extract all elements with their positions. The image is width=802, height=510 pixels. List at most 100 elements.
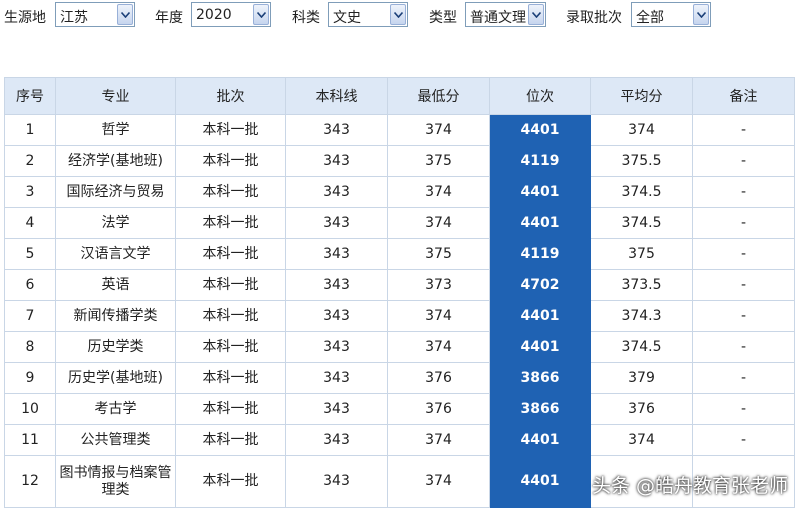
year-select-value: 2020 <box>196 7 232 23</box>
cell-remark: - <box>692 269 795 301</box>
chevron-down-icon[interactable] <box>253 4 269 25</box>
cell-remark: - <box>692 393 795 425</box>
cell-remark: - <box>692 207 795 239</box>
cell-remark: - <box>692 114 795 146</box>
cell-min-score: 375 <box>387 145 490 177</box>
cell-avg-score: 374 <box>590 424 693 456</box>
cell-major: 汉语言文学 <box>55 238 176 270</box>
source-label: 生源地 <box>4 10 46 26</box>
cell-major: 国际经济与贸易 <box>55 176 176 208</box>
cell-major: 公共管理类 <box>55 424 176 456</box>
cell-batch: 本科一批 <box>175 176 286 208</box>
table-row: 3 国际经济与贸易 本科一批 343 374 4401 374.5 - <box>4 176 795 208</box>
table-row: 4 法学 本科一批 343 374 4401 374.5 - <box>4 207 795 239</box>
subject-select-value: 文史 <box>333 10 361 26</box>
table-row: 8 历史学类 本科一批 343 374 4401 374.5 - <box>4 331 795 363</box>
header-remark: 备注 <box>692 77 795 115</box>
cell-index: 3 <box>4 176 56 208</box>
cell-remark: - <box>692 300 795 332</box>
cell-remark: - <box>692 331 795 363</box>
batch-select[interactable]: 全部 <box>631 2 711 27</box>
cell-avg-score: 374 <box>590 114 693 146</box>
table-row: 5 汉语言文学 本科一批 343 375 4119 375 - <box>4 238 795 270</box>
cell-rank: 4401 <box>489 114 591 146</box>
chevron-down-icon[interactable] <box>390 4 406 25</box>
batch-select-value: 全部 <box>636 10 664 26</box>
header-batch: 批次 <box>175 77 286 115</box>
cell-rank: 4401 <box>489 424 591 456</box>
cell-major: 经济学(基地班) <box>55 145 176 177</box>
cell-min-score: 376 <box>387 393 490 425</box>
cell-remark: - <box>692 176 795 208</box>
cell-rank: 4401 <box>489 331 591 363</box>
subject-select[interactable]: 文史 <box>328 2 408 27</box>
cell-major: 英语 <box>55 269 176 301</box>
cell-rank: 4401 <box>489 176 591 208</box>
cell-cutoff-line: 343 <box>285 145 388 177</box>
chevron-down-icon[interactable] <box>693 4 709 25</box>
cell-rank: 4119 <box>489 238 591 270</box>
cell-major: 新闻传播学类 <box>55 300 176 332</box>
cell-major: 历史学类 <box>55 331 176 363</box>
year-select[interactable]: 2020 <box>191 2 271 27</box>
admission-scores-table: 序号 专业 批次 本科线 最低分 位次 平均分 备注 1 哲学 本科一批 343… <box>4 77 795 508</box>
table-row: 10 考古学 本科一批 343 376 3866 376 - <box>4 393 795 425</box>
cell-index: 12 <box>4 455 56 508</box>
type-select[interactable]: 普通文理 <box>465 2 546 27</box>
cell-batch: 本科一批 <box>175 207 286 239</box>
cell-rank: 3866 <box>489 393 591 425</box>
cell-remark: - <box>692 424 795 456</box>
cell-cutoff-line: 343 <box>285 176 388 208</box>
cell-index: 8 <box>4 331 56 363</box>
cell-avg-score: 379 <box>590 362 693 394</box>
cell-cutoff-line: 343 <box>285 238 388 270</box>
source-select[interactable]: 江苏 <box>55 2 135 27</box>
header-cutoff-line: 本科线 <box>285 77 388 115</box>
cell-avg-score: 373.5 <box>590 269 693 301</box>
cell-rank: 4401 <box>489 455 591 508</box>
table-header-row: 序号 专业 批次 本科线 最低分 位次 平均分 备注 <box>4 77 795 115</box>
cell-batch: 本科一批 <box>175 238 286 270</box>
cell-rank: 4401 <box>489 207 591 239</box>
cell-index: 4 <box>4 207 56 239</box>
cell-cutoff-line: 343 <box>285 455 388 508</box>
cell-major: 考古学 <box>55 393 176 425</box>
type-select-value: 普通文理 <box>470 10 526 26</box>
cell-cutoff-line: 343 <box>285 331 388 363</box>
cell-cutoff-line: 343 <box>285 393 388 425</box>
cell-min-score: 374 <box>387 455 490 508</box>
cell-remark: - <box>692 238 795 270</box>
cell-index: 2 <box>4 145 56 177</box>
subject-label: 科类 <box>292 10 320 26</box>
cell-cutoff-line: 343 <box>285 300 388 332</box>
cell-index: 5 <box>4 238 56 270</box>
cell-remark: - <box>692 362 795 394</box>
source-select-value: 江苏 <box>60 10 88 26</box>
cell-cutoff-line: 343 <box>285 269 388 301</box>
year-label: 年度 <box>155 10 183 26</box>
cell-avg-score: 375.5 <box>590 145 693 177</box>
table-row: 9 历史学(基地班) 本科一批 343 376 3866 379 - <box>4 362 795 394</box>
cell-major: 法学 <box>55 207 176 239</box>
cell-min-score: 375 <box>387 238 490 270</box>
cell-batch: 本科一批 <box>175 393 286 425</box>
cell-rank: 3866 <box>489 362 591 394</box>
cell-min-score: 373 <box>387 269 490 301</box>
chevron-down-icon[interactable] <box>117 4 133 25</box>
table-row: 2 经济学(基地班) 本科一批 343 375 4119 375.5 - <box>4 145 795 177</box>
cell-batch: 本科一批 <box>175 331 286 363</box>
cell-index: 1 <box>4 114 56 146</box>
header-avg-score: 平均分 <box>590 77 693 115</box>
cell-min-score: 374 <box>387 176 490 208</box>
cell-min-score: 374 <box>387 300 490 332</box>
cell-cutoff-line: 343 <box>285 362 388 394</box>
cell-min-score: 374 <box>387 114 490 146</box>
cell-avg-score: 374.5 <box>590 176 693 208</box>
cell-batch: 本科一批 <box>175 424 286 456</box>
cell-major: 历史学(基地班) <box>55 362 176 394</box>
cell-index: 11 <box>4 424 56 456</box>
cell-rank: 4119 <box>489 145 591 177</box>
table-row: 11 公共管理类 本科一批 343 374 4401 374 - <box>4 424 795 456</box>
chevron-down-icon[interactable] <box>528 4 544 25</box>
table-row: 7 新闻传播学类 本科一批 343 374 4401 374.3 - <box>4 300 795 332</box>
